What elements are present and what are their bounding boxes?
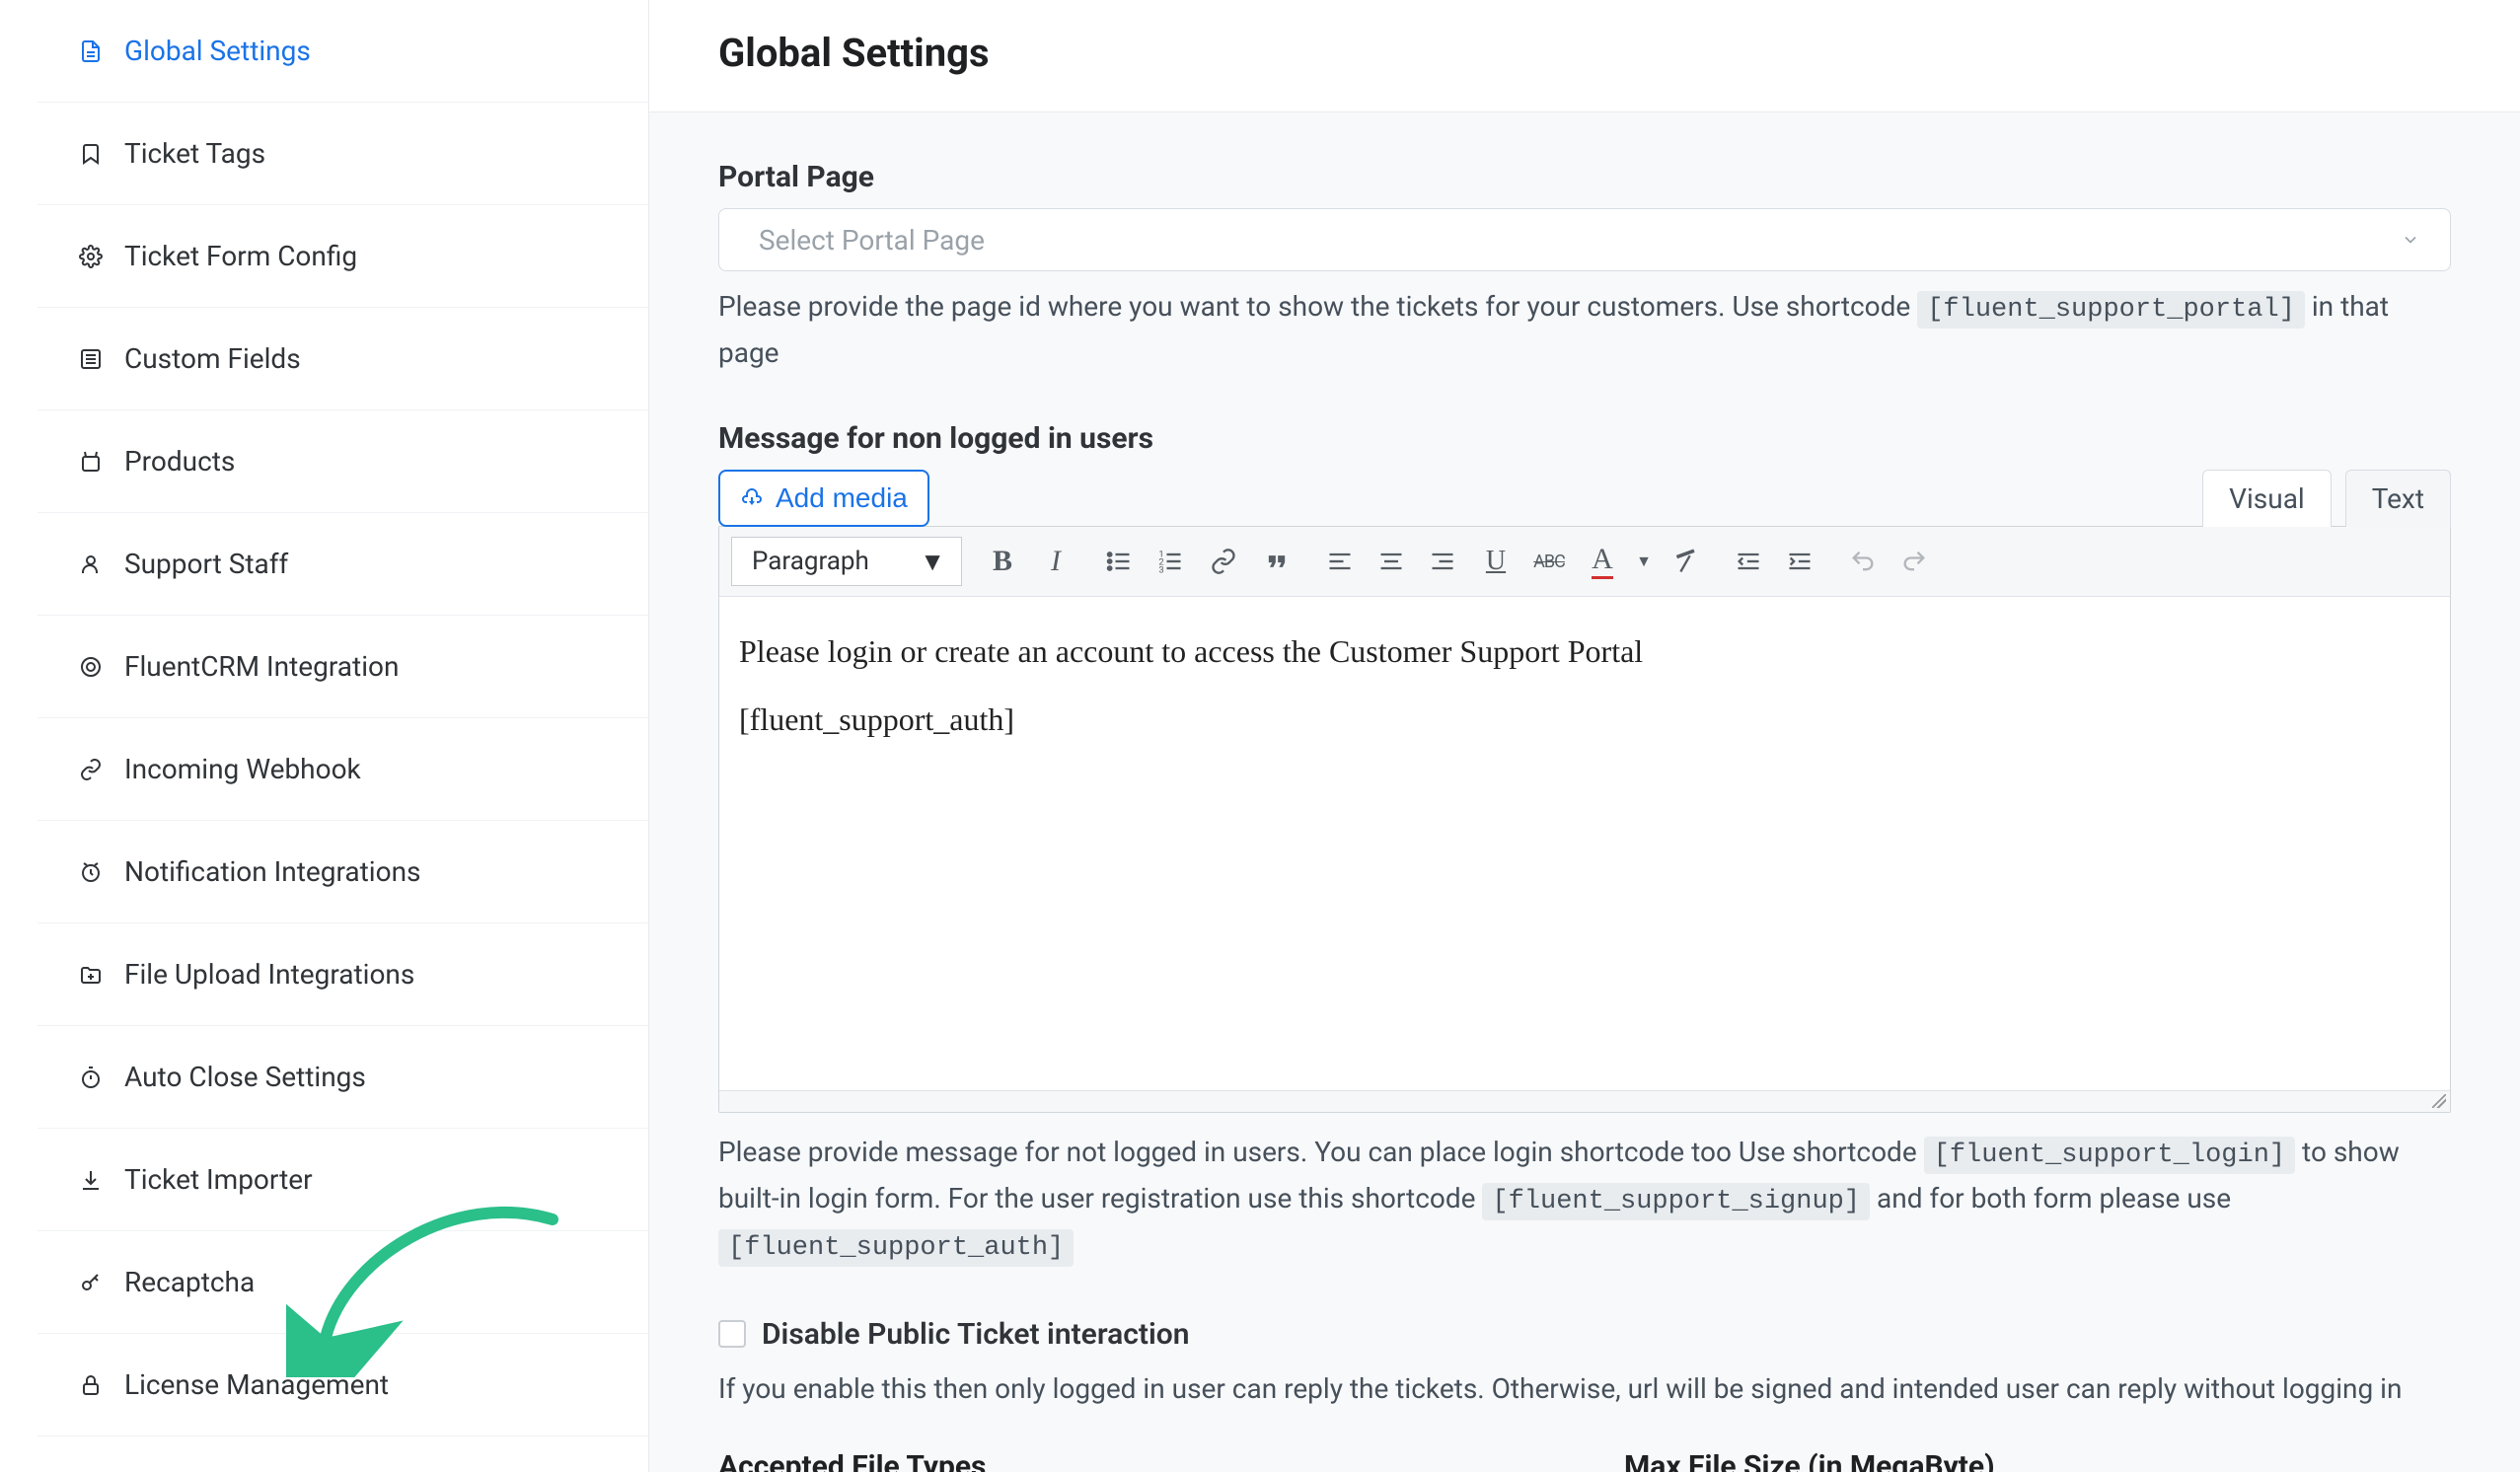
sidebar-item-fluentcrm-integration[interactable]: FluentCRM Integration [37,616,648,718]
portal-hint: Please provide the page id where you wan… [718,285,2451,374]
align-left-button[interactable] [1315,537,1365,586]
editor-toolbar: Paragraph ▼ B I 123 [719,527,2450,597]
bold-button[interactable]: B [978,537,1027,586]
sidebar-label: Recaptcha [124,1266,255,1298]
editor-label: Message for non logged in users [718,421,2451,456]
portal-page-label: Portal Page [718,160,2451,194]
quote-button[interactable] [1252,537,1301,586]
sidebar-item-global-settings[interactable]: Global Settings [37,0,648,103]
sidebar: Global Settings Ticket Tags Ticket Form … [0,0,649,1472]
add-media-button[interactable]: Add media [718,470,929,527]
disable-public-row: Disable Public Ticket interaction [718,1317,2451,1352]
italic-button[interactable]: I [1031,537,1080,586]
sidebar-label: Ticket Form Config [124,240,357,272]
link-icon [77,756,105,783]
sidebar-label: Auto Close Settings [124,1061,366,1093]
sidebar-label: FluentCRM Integration [124,650,399,683]
editor-resize-handle[interactable] [719,1090,2450,1112]
editor-line: Please login or create an account to acc… [739,626,2430,677]
sidebar-item-file-upload-integrations[interactable]: File Upload Integrations [37,923,648,1026]
strikethrough-button[interactable]: ABC [1524,537,1574,586]
main-content: Global Settings Portal Page Select Porta… [649,0,2520,1472]
sidebar-label: Ticket Tags [124,137,265,170]
sidebar-label: Incoming Webhook [124,753,361,785]
sidebar-label: Global Settings [124,35,311,67]
list-icon [77,345,105,373]
rich-text-editor: Paragraph ▼ B I 123 [718,526,2451,1113]
undo-button[interactable] [1838,537,1888,586]
tab-text[interactable]: Text [2345,470,2451,527]
sidebar-item-incoming-webhook[interactable]: Incoming Webhook [37,718,648,821]
redo-button[interactable] [1890,537,1939,586]
page-title: Global Settings [718,30,2451,76]
shortcode-signup: [fluent_support_signup] [1482,1183,1870,1220]
portal-page-select[interactable]: Select Portal Page [718,208,2451,271]
align-right-button[interactable] [1418,537,1467,586]
tab-visual[interactable]: Visual [2202,470,2332,527]
gear-icon [77,243,105,270]
bookmark-icon [77,140,105,168]
shortcode-portal: [fluent_support_portal] [1917,291,2305,329]
numbered-list-button[interactable]: 123 [1146,537,1195,586]
lock-icon [77,1371,105,1399]
disable-public-hint: If you enable this then only logged in u… [718,1367,2451,1410]
sidebar-item-auto-close-settings[interactable]: Auto Close Settings [37,1026,648,1129]
editor-line: [fluent_support_auth] [739,695,2430,745]
sidebar-item-notification-integrations[interactable]: Notification Integrations [37,821,648,923]
disable-public-label: Disable Public Ticket interaction [762,1317,1189,1352]
page-header: Global Settings [649,0,2520,112]
sidebar-label: File Upload Integrations [124,958,414,991]
integration-icon [77,653,105,681]
sidebar-item-ticket-tags[interactable]: Ticket Tags [37,103,648,205]
shortcode-auth: [fluent_support_auth] [718,1229,1074,1267]
align-center-button[interactable] [1367,537,1416,586]
chevron-down-icon [2401,224,2420,257]
paragraph-select[interactable]: Paragraph ▼ [731,537,962,586]
editor-textarea[interactable]: Please login or create an account to acc… [719,597,2450,1090]
sidebar-label: Products [124,445,235,478]
sidebar-item-custom-fields[interactable]: Custom Fields [37,308,648,410]
shortcode-login: [fluent_support_login] [1924,1137,2295,1174]
sidebar-label: Ticket Importer [124,1163,313,1196]
sidebar-label: Notification Integrations [124,855,421,888]
link-button[interactable] [1199,537,1248,586]
indent-button[interactable] [1775,537,1824,586]
sidebar-label: Support Staff [124,548,288,580]
sidebar-item-recaptcha[interactable]: Recaptcha [37,1231,648,1334]
sidebar-item-support-staff[interactable]: Support Staff [37,513,648,616]
outdent-button[interactable] [1724,537,1773,586]
editor-hint: Please provide message for not logged in… [718,1131,2451,1270]
sidebar-item-ticket-form-config[interactable]: Ticket Form Config [37,205,648,308]
underline-button[interactable]: U [1471,537,1520,586]
text-color-chevron[interactable]: ▼ [1631,537,1657,586]
sidebar-label: Custom Fields [124,342,301,375]
key-icon [77,1269,105,1296]
sidebar-item-license-management[interactable]: License Management [37,1334,648,1436]
media-icon [740,486,764,510]
sidebar-label: License Management [124,1368,389,1401]
bullet-list-button[interactable] [1094,537,1144,586]
dropdown-caret-icon: ▼ [920,547,945,577]
sidebar-item-products[interactable]: Products [37,410,648,513]
max-file-size-label: Max File Size (in MegaByte) [1624,1449,2451,1472]
select-placeholder: Select Portal Page [759,224,985,257]
accepted-file-types-label: Accepted File Types [718,1449,1545,1472]
folder-plus-icon [77,961,105,989]
text-color-button[interactable]: A [1578,537,1627,586]
clear-format-button[interactable] [1661,537,1710,586]
stopwatch-icon [77,1064,105,1091]
download-icon [77,1166,105,1194]
file-icon [77,37,105,65]
sidebar-item-ticket-importer[interactable]: Ticket Importer [37,1129,648,1231]
svg-text:3: 3 [1158,565,1163,575]
bag-icon [77,448,105,476]
user-icon [77,551,105,578]
disable-public-checkbox[interactable] [718,1320,746,1348]
editor-tab-bar: Add media Visual Text [718,470,2451,527]
clock-icon [77,858,105,886]
